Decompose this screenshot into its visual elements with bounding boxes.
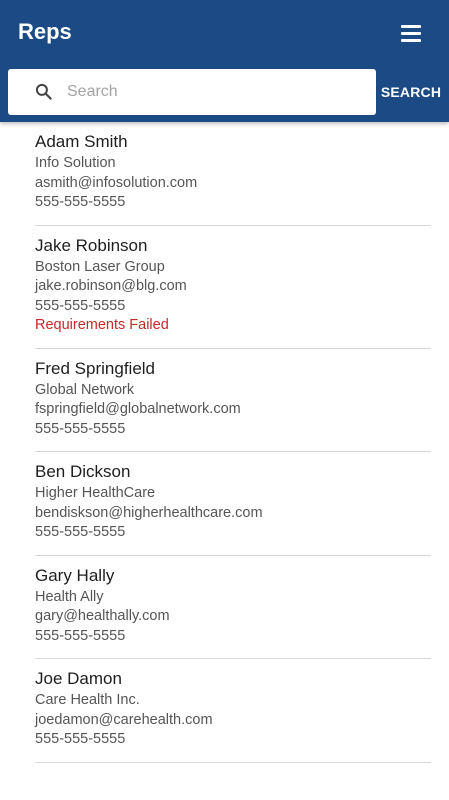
rep-email: asmith@infosolution.com <box>35 174 198 191</box>
rep-list-item[interactable]: Jake Robinson Boston Laser Group jake.robi… <box>35 226 431 349</box>
search-icon <box>35 83 52 100</box>
rep-company: Info Solution <box>35 155 116 171</box>
reps-screen: Reps SEARCH Adam Smith Info Solution asmit… <box>0 0 449 800</box>
rep-phone: 555-555-5555 <box>35 297 126 314</box>
rep-email: jake.robinson@blg.com <box>35 278 187 294</box>
rep-email: bendiskson@higherhealthcare.com <box>35 504 263 521</box>
rep-phone: 555-555-5555 <box>35 420 126 437</box>
page-title: Reps <box>18 19 72 44</box>
rep-phone: 555-555-5555 <box>35 731 126 747</box>
rep-phone: 555-555-5555 <box>35 627 126 644</box>
rep-email: joedamon@carehealth.com <box>35 711 213 728</box>
rep-list-item[interactable]: Gary Hally Health Ally gary@healthally.com… <box>35 556 431 659</box>
rep-name: Fred Springfield <box>35 358 156 378</box>
rep-email: fspringfield@globalnetwork.com <box>35 401 241 417</box>
rep-list-item[interactable]: Adam Smith Info Solution asmith@infosoluti… <box>35 122 431 226</box>
app-bar: Reps SEARCH <box>0 0 449 122</box>
rep-name: Joe Damon <box>35 669 122 688</box>
reps-list: Adam Smith Info Solution asmith@infosoluti… <box>0 122 449 763</box>
rep-company: Care Health Inc. <box>35 692 140 708</box>
menu-button[interactable] <box>392 18 430 48</box>
rep-list-item[interactable]: Fred Springfield Global Network fspringfie… <box>35 349 431 452</box>
rep-company: Global Network <box>35 381 135 398</box>
rep-company: Boston Laser Group <box>35 258 165 275</box>
rep-name: Ben Dickson <box>35 462 131 481</box>
rep-name: Adam Smith <box>35 132 128 151</box>
search-bar <box>8 69 376 115</box>
rep-list-item[interactable]: Ben Dickson Higher HealthCare bendiskson@h… <box>35 452 431 556</box>
rep-status: Requirements Failed <box>35 317 169 333</box>
rep-email: gary@healthally.com <box>35 608 170 624</box>
rep-company: Health Ally <box>35 588 104 605</box>
hamburger-menu-icon-bar <box>401 39 421 42</box>
rep-phone: 555-555-5555 <box>35 194 126 210</box>
search-input[interactable] <box>66 69 367 115</box>
search-button[interactable]: SEARCH <box>378 77 444 107</box>
rep-name: Jake Robinson <box>35 235 148 255</box>
rep-company: Higher HealthCare <box>35 485 156 501</box>
hamburger-menu-icon-bar <box>401 32 421 35</box>
rep-phone: 555-555-5555 <box>35 524 126 540</box>
hamburger-menu-icon <box>401 25 421 28</box>
rep-name: Gary Hally <box>35 565 115 585</box>
rep-list-item[interactable]: Joe Damon Care Health Inc. joedamon@carehe… <box>35 659 431 763</box>
